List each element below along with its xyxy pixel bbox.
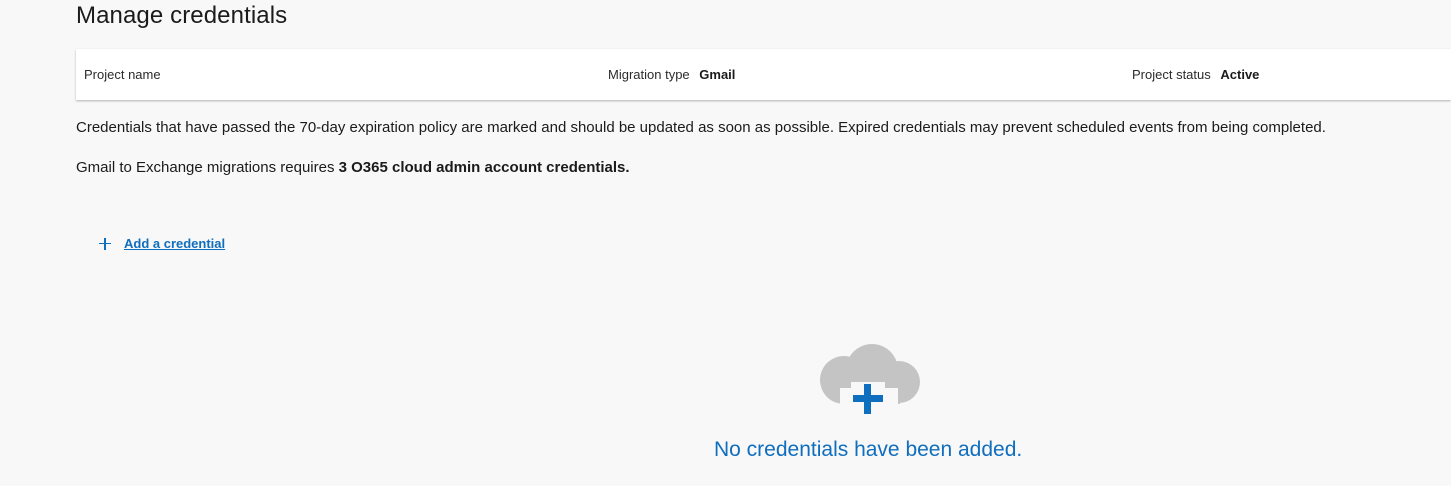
project-info-card: Project name Migration type Gmail Projec…: [76, 49, 1451, 100]
project-name-label: Project name: [84, 67, 161, 82]
requirement-count: 3 O365 cloud admin account credentials.: [338, 159, 630, 176]
empty-state-message: No credentials have been added.: [714, 438, 1023, 461]
migration-type-field: Migration type Gmail: [608, 67, 735, 82]
expiration-notice: Credentials that have passed the 70-day …: [76, 119, 1326, 136]
manage-credentials-page: Manage credentials Project name Migratio…: [0, 0, 1451, 486]
add-credential-link[interactable]: Add a credential: [124, 236, 225, 251]
plus-icon: [99, 237, 111, 250]
project-status-value: Active: [1220, 67, 1260, 82]
project-status-label: Project status: [1132, 67, 1211, 82]
cloud-add-icon: [820, 344, 920, 418]
requirement-notice: Gmail to Exchange migrations requires 3 …: [76, 159, 630, 176]
page-title: Manage credentials: [76, 2, 288, 29]
project-name-field: Project name: [84, 67, 167, 82]
project-status-field: Project status Active: [1132, 67, 1259, 82]
add-credential-button[interactable]: Add a credential: [99, 236, 225, 251]
requirement-text: Gmail to Exchange migrations requires: [76, 159, 339, 176]
migration-type-value: Gmail: [699, 67, 736, 82]
migration-type-label: Migration type: [608, 67, 690, 82]
